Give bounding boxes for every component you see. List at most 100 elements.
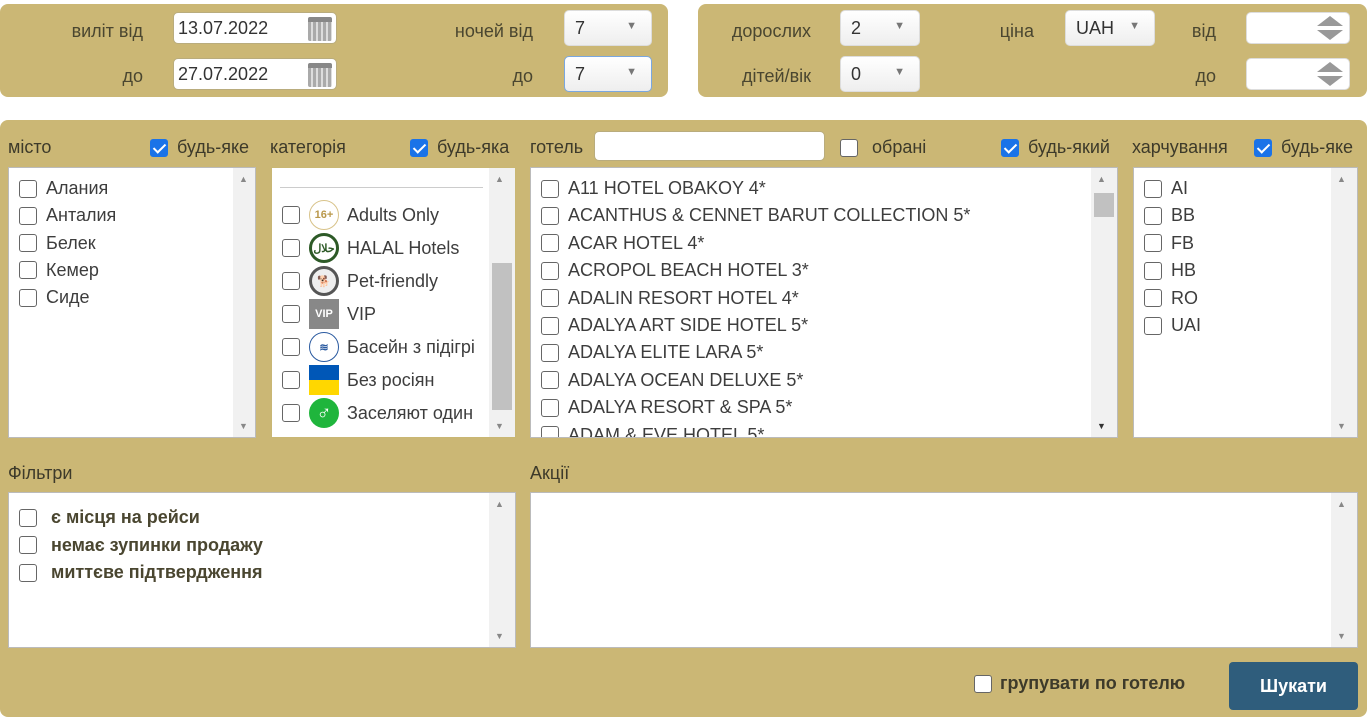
- list-item[interactable]: ADAM & EVE HOTEL 5*: [541, 425, 764, 437]
- list-item[interactable]: Сиде: [19, 287, 90, 308]
- city-list[interactable]: ▲ ▼ Алания Анталия Белек Кемер Сиде: [8, 167, 256, 438]
- scrollbar-thumb[interactable]: [1094, 193, 1114, 217]
- list-item[interactable]: Алания: [19, 178, 108, 199]
- nights-from-select[interactable]: 7 ▼: [564, 10, 652, 46]
- list-item[interactable]: 🐕 Pet-friendly: [282, 266, 438, 296]
- depart-from-input[interactable]: 13.07.2022: [173, 12, 337, 44]
- list-item[interactable]: حلال HALAL Hotels: [282, 233, 459, 263]
- group-by-hotel-checkbox[interactable]: групувати по готелю: [974, 673, 1185, 694]
- depart-to-input[interactable]: 27.07.2022: [173, 58, 337, 90]
- checkbox[interactable]: [541, 371, 559, 390]
- checkbox[interactable]: [282, 371, 300, 389]
- list-item[interactable]: RO: [1144, 288, 1198, 309]
- list-item[interactable]: ≋ Басейн з підігрі: [282, 332, 475, 362]
- list-item[interactable]: Белек: [19, 233, 96, 254]
- checkbox[interactable]: [541, 426, 559, 437]
- checkbox[interactable]: [541, 343, 559, 362]
- list-item[interactable]: ADALYA ELITE LARA 5*: [541, 342, 763, 363]
- checkbox[interactable]: [541, 234, 559, 253]
- list-item[interactable]: ADALYA ART SIDE HOTEL 5*: [541, 315, 808, 336]
- hotel-search-input[interactable]: [594, 131, 825, 161]
- list-item[interactable]: ACANTHUS & CENNET BARUT COLLECTION 5*: [541, 205, 970, 226]
- checkbox[interactable]: [19, 536, 37, 554]
- spinner-icon[interactable]: [1317, 62, 1343, 86]
- list-item[interactable]: ADALIN RESORT HOTEL 4*: [541, 288, 799, 309]
- hotel-any-checkbox[interactable]: будь-який: [1001, 137, 1110, 158]
- checkbox[interactable]: [541, 289, 559, 308]
- children-select[interactable]: 0 ▼: [840, 56, 920, 92]
- list-item[interactable]: Анталия: [19, 205, 116, 226]
- checkbox[interactable]: [1144, 179, 1162, 198]
- checkbox[interactable]: [1144, 261, 1162, 280]
- list-item[interactable]: Без росіян: [282, 365, 434, 395]
- meal-list[interactable]: ▲ ▼ AI BB FB HB RO UAI: [1133, 167, 1358, 438]
- list-item[interactable]: ACAR HOTEL 4*: [541, 233, 704, 254]
- spinner-icon[interactable]: [1317, 16, 1343, 40]
- adults-select[interactable]: 2 ▼: [840, 10, 920, 46]
- scrollbar[interactable]: ▲ ▼: [233, 168, 255, 437]
- price-from-input[interactable]: [1246, 12, 1350, 44]
- category-any-checkbox[interactable]: будь-яка: [410, 137, 509, 158]
- list-item[interactable]: VIP VIP: [282, 299, 376, 329]
- list-item[interactable]: немає зупинки продажу: [19, 535, 263, 556]
- scrollbar[interactable]: ▲ ▼: [1331, 168, 1357, 437]
- list-item[interactable]: A11 HOTEL OBAKOY 4*: [541, 178, 766, 199]
- checkbox[interactable]: [19, 206, 37, 225]
- checkbox[interactable]: [541, 179, 559, 198]
- list-item[interactable]: UAI: [1144, 315, 1201, 336]
- checkbox[interactable]: [1144, 289, 1162, 308]
- checkbox[interactable]: [541, 261, 559, 280]
- category-list[interactable]: ▲ ▼ 16+ Adults Only حلال HALAL Hotels 🐕 Pet-fr…: [271, 167, 516, 438]
- checkbox[interactable]: [150, 138, 168, 157]
- checkbox[interactable]: [1001, 138, 1019, 157]
- checkbox[interactable]: [1254, 138, 1272, 157]
- checkbox[interactable]: [282, 305, 300, 323]
- list-item[interactable]: є місця на рейси: [19, 507, 200, 528]
- promos-list[interactable]: ▲ ▼: [530, 492, 1358, 648]
- checkbox[interactable]: [19, 288, 37, 307]
- checkbox[interactable]: [282, 338, 300, 356]
- checkbox[interactable]: [541, 206, 559, 225]
- scrollbar[interactable]: ▲ ▼: [489, 493, 515, 647]
- list-item[interactable]: ACROPOL BEACH HOTEL 3*: [541, 260, 809, 281]
- checkbox[interactable]: [1144, 206, 1162, 225]
- price-to-input[interactable]: [1246, 58, 1350, 90]
- checkbox[interactable]: [974, 674, 992, 693]
- checkbox[interactable]: [1144, 234, 1162, 253]
- filters-list[interactable]: ▲ ▼ є місця на рейси немає зупинки продажу м…: [8, 492, 516, 648]
- list-item[interactable]: FB: [1144, 233, 1194, 254]
- favorites-checkbox[interactable]: обрані: [840, 137, 926, 158]
- checkbox[interactable]: [282, 272, 300, 290]
- checkbox[interactable]: [840, 138, 858, 157]
- checkbox[interactable]: [410, 138, 428, 157]
- currency-select[interactable]: UAH ▼: [1065, 10, 1155, 46]
- scrollbar[interactable]: ▲ ▼: [1091, 168, 1117, 437]
- search-button[interactable]: Шукати: [1229, 662, 1358, 710]
- checkbox[interactable]: [1144, 316, 1162, 335]
- list-item[interactable]: миттєве підтвердження: [19, 562, 263, 583]
- checkbox[interactable]: [282, 404, 300, 422]
- list-item[interactable]: ADALYA RESORT & SPA 5*: [541, 397, 792, 418]
- checkbox[interactable]: [19, 179, 37, 198]
- checkbox[interactable]: [19, 508, 37, 527]
- checkbox[interactable]: [282, 239, 300, 257]
- meal-any-checkbox[interactable]: будь-яке: [1254, 137, 1353, 158]
- checkbox[interactable]: [282, 206, 300, 224]
- list-item[interactable]: Кемер: [19, 260, 99, 281]
- calendar-icon[interactable]: [308, 63, 332, 87]
- scrollbar[interactable]: ▲ ▼: [1331, 493, 1357, 647]
- list-item[interactable]: BB: [1144, 205, 1195, 226]
- scrollbar-thumb[interactable]: [492, 263, 512, 410]
- checkbox[interactable]: [19, 261, 37, 280]
- checkbox[interactable]: [541, 398, 559, 417]
- hotel-list[interactable]: ▲ ▼ A11 HOTEL OBAKOY 4* ACANTHUS & CENNET B…: [530, 167, 1118, 438]
- list-item[interactable]: ♂ Заселяют один: [282, 398, 473, 428]
- checkbox[interactable]: [19, 234, 37, 253]
- scrollbar[interactable]: ▲ ▼: [489, 168, 515, 437]
- city-any-checkbox[interactable]: будь-яке: [150, 137, 249, 158]
- list-item[interactable]: 16+ Adults Only: [282, 200, 439, 230]
- calendar-icon[interactable]: [308, 17, 332, 41]
- list-item[interactable]: HB: [1144, 260, 1196, 281]
- list-item[interactable]: ADALYA OCEAN DELUXE 5*: [541, 370, 803, 391]
- checkbox[interactable]: [541, 316, 559, 335]
